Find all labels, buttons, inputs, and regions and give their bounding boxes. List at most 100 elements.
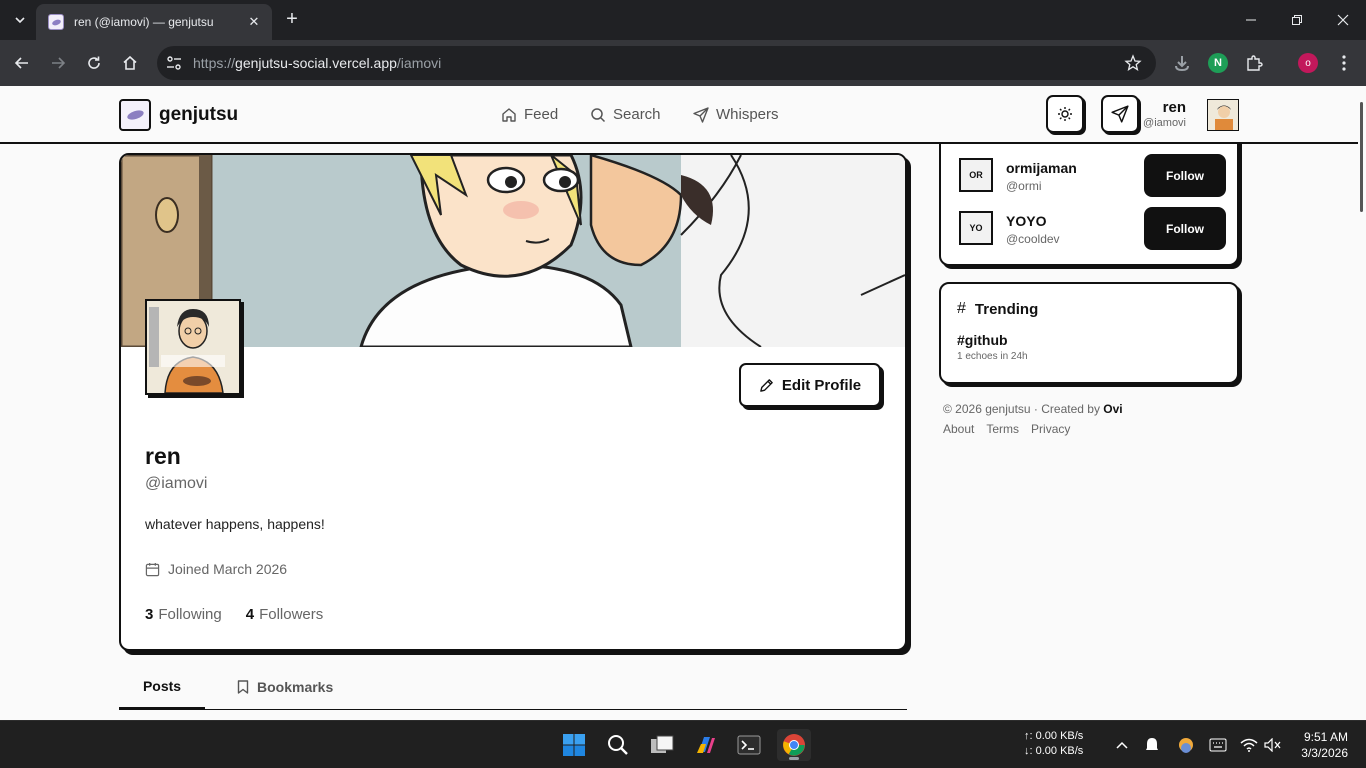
footer-copy-text: © 2026 genjutsu · Created by bbox=[943, 402, 1104, 416]
theme-toggle-button[interactable] bbox=[1046, 95, 1084, 133]
url-scheme: https:// bbox=[193, 55, 236, 71]
clock-time: 9:51 AM bbox=[1303, 730, 1348, 744]
net-download: ↓: 0.00 KB/s bbox=[1024, 745, 1084, 757]
tab-search-chevron-icon[interactable] bbox=[8, 9, 32, 31]
profile-stats: 3 Following 4 Followers bbox=[145, 606, 323, 623]
profile-handle: @iamovi bbox=[145, 475, 208, 492]
profile-avatar-icon[interactable]: o bbox=[1298, 53, 1318, 73]
genjutsu-logo-icon[interactable] bbox=[119, 99, 151, 131]
browser-menu-icon[interactable] bbox=[1334, 53, 1354, 73]
avatar-illustration bbox=[1208, 100, 1238, 130]
tab-bookmarks[interactable]: Bookmarks bbox=[237, 664, 333, 710]
browser-tab-bar: ren (@iamovi) — genjutsu ✕ + bbox=[0, 0, 1366, 40]
tab-posts[interactable]: Posts bbox=[119, 664, 205, 710]
new-tab-button[interactable]: + bbox=[280, 8, 304, 32]
profile-avatar[interactable] bbox=[145, 299, 241, 395]
footer-copyright: © 2026 genjutsu · Created by Ovi bbox=[943, 402, 1123, 416]
trending-tag[interactable]: #github bbox=[957, 332, 1008, 348]
address-bar[interactable]: https://genjutsu-social.vercel.app/iamov… bbox=[157, 46, 1156, 80]
copilot-icon[interactable] bbox=[689, 729, 723, 761]
nav-feed-label: Feed bbox=[524, 106, 559, 123]
header-user-handle: @iamovi bbox=[1143, 117, 1186, 129]
chrome-icon[interactable] bbox=[777, 729, 811, 761]
suggestion-name[interactable]: YOYO bbox=[1006, 213, 1046, 229]
site-header: genjutsu Feed Search Whispers ren @iamov… bbox=[0, 86, 1358, 144]
minimize-window-icon[interactable] bbox=[1228, 0, 1274, 40]
search-icon bbox=[591, 107, 606, 122]
nav-feed[interactable]: Feed bbox=[501, 106, 558, 123]
trending-card: # Trending #github 1 echoes in 24h bbox=[939, 282, 1239, 384]
weather-icon[interactable] bbox=[1176, 735, 1196, 755]
close-tab-icon[interactable]: ✕ bbox=[246, 14, 262, 30]
suggestion-name[interactable]: ormijaman bbox=[1006, 160, 1077, 176]
system-clock[interactable]: 9:51 AM 3/3/2026 bbox=[1301, 729, 1348, 761]
url-text: https://genjutsu-social.vercel.app/iamov… bbox=[193, 55, 441, 71]
network-speed: ↑: 0.00 KB/s ↓: 0.00 KB/s bbox=[1024, 729, 1083, 759]
browser-tab-title: ren (@iamovi) — genjutsu bbox=[74, 15, 214, 29]
edit-profile-button[interactable]: Edit Profile bbox=[739, 363, 881, 407]
volume-muted-icon[interactable] bbox=[1263, 735, 1283, 755]
genjutsu-favicon-icon bbox=[48, 14, 64, 30]
show-hidden-icons-chevron-icon[interactable] bbox=[1112, 735, 1132, 755]
browser-tab[interactable]: ren (@iamovi) — genjutsu ✕ bbox=[36, 4, 272, 40]
n-extension-icon[interactable]: N bbox=[1208, 53, 1228, 73]
restore-window-icon[interactable] bbox=[1274, 0, 1320, 40]
suggestion-row: YO YOYO @cooldev Follow bbox=[957, 207, 1226, 253]
net-upload: ↑: 0.00 KB/s bbox=[1024, 730, 1084, 742]
nav-search[interactable]: Search bbox=[590, 106, 661, 123]
header-avatar[interactable] bbox=[1207, 99, 1239, 131]
suggestion-handle: @cooldev bbox=[1006, 232, 1060, 246]
wifi-icon[interactable] bbox=[1239, 735, 1259, 755]
forward-arrow-icon[interactable] bbox=[46, 51, 70, 75]
windows-taskbar: ↑: 0.00 KB/s ↓: 0.00 KB/s 9:51 AM 3/3/20… bbox=[0, 720, 1366, 768]
url-path: /iamovi bbox=[396, 55, 442, 71]
follow-button[interactable]: Follow bbox=[1144, 207, 1226, 250]
profile-name: ren bbox=[145, 443, 181, 469]
logo-text[interactable]: genjutsu bbox=[159, 104, 238, 126]
following-link[interactable]: 3 Following bbox=[145, 606, 222, 623]
profile-avatar-illustration bbox=[147, 301, 239, 393]
profile-tabs: Posts Bookmarks bbox=[119, 664, 907, 710]
footer-link-about[interactable]: About bbox=[943, 422, 974, 436]
download-extension-icon[interactable] bbox=[1172, 53, 1192, 73]
site-settings-icon[interactable] bbox=[165, 54, 183, 72]
bookmark-icon bbox=[237, 680, 249, 694]
home-icon bbox=[502, 107, 516, 122]
nav-search-label: Search bbox=[613, 106, 661, 123]
send-icon bbox=[693, 106, 709, 123]
profile-joined-text: Joined March 2026 bbox=[168, 561, 288, 577]
whispers-button[interactable] bbox=[1101, 95, 1139, 133]
footer-link-privacy[interactable]: Privacy bbox=[1031, 422, 1070, 436]
taskbar-search-icon[interactable] bbox=[601, 729, 635, 761]
tab-bookmarks-label: Bookmarks bbox=[257, 679, 334, 695]
calendar-icon bbox=[145, 562, 160, 576]
reload-icon[interactable] bbox=[82, 51, 106, 75]
header-user-name[interactable]: ren bbox=[1163, 99, 1186, 116]
trending-count: 1 echoes in 24h bbox=[957, 351, 1028, 362]
home-browser-icon[interactable] bbox=[118, 51, 142, 75]
follow-button[interactable]: Follow bbox=[1144, 154, 1226, 197]
back-arrow-icon[interactable] bbox=[10, 51, 34, 75]
nav-whispers[interactable]: Whispers bbox=[693, 106, 779, 123]
terminal-icon[interactable] bbox=[732, 729, 766, 761]
profile-bio: whatever happens, happens! bbox=[145, 516, 325, 532]
footer-link-terms[interactable]: Terms bbox=[986, 422, 1019, 436]
task-view-icon[interactable] bbox=[645, 729, 679, 761]
footer-creator-link[interactable]: Ovi bbox=[1103, 402, 1122, 416]
keyboard-icon[interactable] bbox=[1208, 735, 1228, 755]
sun-icon bbox=[1058, 107, 1072, 121]
notification-app-icon[interactable] bbox=[1142, 735, 1162, 755]
suggestion-avatar[interactable]: OR bbox=[959, 158, 993, 192]
windows-start-icon[interactable] bbox=[557, 729, 591, 761]
trending-title: # Trending bbox=[957, 300, 1038, 318]
suggestion-handle: @ormi bbox=[1006, 179, 1042, 193]
close-window-icon[interactable] bbox=[1320, 0, 1366, 40]
bookmark-star-icon[interactable] bbox=[1124, 54, 1142, 72]
followers-label: Followers bbox=[259, 606, 324, 623]
followers-link[interactable]: 4 Followers bbox=[246, 606, 324, 623]
page-scrollbar[interactable] bbox=[1360, 102, 1363, 212]
extensions-puzzle-icon[interactable] bbox=[1244, 53, 1264, 73]
suggestion-avatar[interactable]: YO bbox=[959, 211, 993, 245]
pencil-icon bbox=[760, 378, 773, 392]
suggestion-row: OR ormijaman @ormi Follow bbox=[957, 154, 1226, 200]
